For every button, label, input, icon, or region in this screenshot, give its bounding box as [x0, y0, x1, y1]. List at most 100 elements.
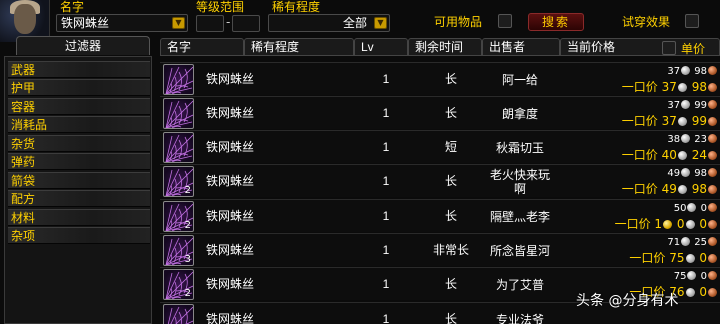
column-header-level[interactable]: Lv: [354, 38, 408, 56]
time-left: 长: [444, 72, 457, 86]
chevron-down-icon[interactable]: ▼: [172, 17, 185, 29]
stack-count: 2: [184, 288, 191, 299]
buyout-copper: 98: [691, 182, 707, 196]
bid-silver: 49: [667, 168, 681, 179]
copper-coin-icon: [708, 271, 717, 280]
table-row[interactable]: 3 铁网蛛丝 1 非常长 所念皆星河 71 25 一口价 75 0: [160, 233, 720, 266]
filter-item-recipe[interactable]: 配方: [8, 190, 150, 207]
spider-silk-item-icon[interactable]: [163, 304, 194, 324]
time-left: 长: [444, 106, 457, 120]
filter-item-consumable[interactable]: 消耗品: [8, 116, 150, 133]
filter-item-container[interactable]: 容器: [8, 98, 150, 115]
silver-coin-icon: [681, 168, 691, 177]
column-header-time-left[interactable]: 剩余时间: [408, 38, 482, 56]
column-header-rarity[interactable]: 稀有程度: [244, 38, 354, 56]
seller-name: 隔壁灬老李: [485, 202, 555, 232]
item-level: 1: [382, 174, 390, 188]
time-left: 长: [444, 209, 457, 223]
buyout-price: 一口价 49 98: [612, 182, 718, 196]
item-name[interactable]: 铁网蛛丝: [206, 174, 254, 188]
filter-item-weapon[interactable]: 武器: [8, 61, 150, 78]
buyout-copper: 0: [699, 285, 707, 299]
level-min-input[interactable]: [196, 15, 224, 32]
copper-coin-icon: [708, 83, 717, 92]
seller-name: 阿一给: [485, 65, 555, 95]
bid-price: 37 98: [654, 65, 718, 79]
rarity-dropdown[interactable]: 全部 ▼: [268, 14, 390, 32]
stack-count: 2: [184, 220, 191, 231]
try-on-label: 试穿效果: [622, 15, 671, 29]
seller-text: 朗拿度: [501, 107, 538, 121]
rarity-label: 稀有程度: [272, 0, 321, 14]
seller-text: 专业法爷: [495, 313, 544, 324]
filter-item-reagent[interactable]: 材料: [8, 209, 150, 226]
watermark: 头条 @分身有术: [576, 293, 679, 309]
seller-text: 所念皆星河: [489, 244, 550, 258]
item-name[interactable]: 铁网蛛丝: [206, 277, 254, 291]
spider-silk-item-icon[interactable]: 2: [163, 269, 194, 300]
seller-text: 隔壁灬老李: [489, 210, 550, 224]
buyout-price: 一口价 75 0: [612, 251, 718, 265]
chevron-down-icon[interactable]: ▼: [374, 17, 387, 29]
name-input[interactable]: 铁网蛛丝 ▼: [56, 14, 188, 32]
bid-price: 71 25: [654, 236, 718, 250]
level-max-input[interactable]: [232, 15, 260, 32]
bid-silver: 38: [667, 134, 681, 145]
copper-coin-icon: [708, 134, 717, 143]
seller-name: 秋霜切玉: [485, 133, 555, 163]
usable-items-checkbox[interactable]: [498, 14, 512, 28]
buyout-price: 一口价 37 98: [612, 80, 718, 94]
spider-silk-item-icon[interactable]: [163, 64, 194, 95]
bid-copper: 25: [694, 237, 707, 248]
silver-coin-icon: [681, 100, 691, 109]
seller-name: 专业法爷: [485, 305, 555, 324]
table-row[interactable]: 铁网蛛丝 1 长阿一给 37 98 一口价 37 98: [160, 62, 720, 95]
silver-coin-icon: [687, 271, 697, 280]
spider-silk-item-icon[interactable]: 2: [163, 166, 194, 197]
seller-text: 秋霜切玉: [495, 141, 544, 155]
name-input-value: 铁网蛛丝: [61, 16, 110, 30]
copper-coin-icon: [708, 117, 717, 126]
filter-item-trade-goods[interactable]: 杂货: [8, 135, 150, 152]
item-name[interactable]: 铁网蛛丝: [206, 140, 254, 154]
spider-silk-item-icon[interactable]: 3: [163, 235, 194, 266]
bid-silver: 75: [673, 271, 687, 282]
table-row[interactable]: 铁网蛛丝 1 短秋霜切玉 38 23 一口价 40 24: [160, 130, 720, 163]
buyout-label: 一口价: [629, 251, 666, 265]
unit-price-checkbox[interactable]: [662, 41, 676, 55]
item-name[interactable]: 铁网蛛丝: [206, 106, 254, 120]
item-name[interactable]: 铁网蛛丝: [206, 209, 254, 223]
filter-tab[interactable]: 过滤器: [16, 36, 150, 55]
spider-silk-item-icon[interactable]: 2: [163, 201, 194, 232]
bid-silver: 50: [673, 203, 687, 214]
copper-coin-icon: [708, 100, 717, 109]
copper-coin-icon: [708, 185, 717, 194]
filter-item-misc[interactable]: 杂项: [8, 227, 150, 244]
table-row[interactable]: 2 铁网蛛丝 1 长隔壁灬老李 50 0 一口价 1 0 0: [160, 199, 720, 232]
item-name[interactable]: 铁网蛛丝: [206, 72, 254, 86]
item-level: 1: [382, 106, 390, 120]
column-header-name[interactable]: 名字: [160, 38, 244, 56]
seller-text: 老火快来玩啊: [489, 168, 550, 196]
try-on-checkbox[interactable]: [685, 14, 699, 28]
buyout-label: 一口价: [621, 80, 658, 94]
filter-item-ammo[interactable]: 弹药: [8, 153, 150, 170]
table-row[interactable]: 铁网蛛丝 1 长朗拿度 37 99 一口价 37 99: [160, 96, 720, 129]
rarity-dropdown-value: 全部: [342, 16, 367, 30]
silver-coin-icon: [681, 134, 691, 143]
item-name[interactable]: 铁网蛛丝: [206, 312, 254, 324]
buyout-label: 一口价: [621, 182, 658, 196]
filter-item-quiver[interactable]: 箭袋: [8, 172, 150, 189]
spider-silk-item-icon[interactable]: [163, 132, 194, 163]
spider-silk-item-icon[interactable]: [163, 98, 194, 129]
silver-coin-icon: [685, 288, 695, 297]
table-row[interactable]: 2 铁网蛛丝 1 长老火快来玩啊 49 98 一口价 49 98: [160, 164, 720, 197]
bid-copper: 0: [700, 271, 707, 282]
bid-price: 38 23: [654, 133, 718, 147]
bid-price: 50 0: [654, 202, 718, 216]
filter-item-armor[interactable]: 护甲: [8, 79, 150, 96]
buyout-silver: 75: [669, 251, 685, 265]
search-button[interactable]: 搜索: [528, 13, 584, 31]
item-name[interactable]: 铁网蛛丝: [206, 243, 254, 257]
column-header-seller[interactable]: 出售者: [482, 38, 560, 56]
